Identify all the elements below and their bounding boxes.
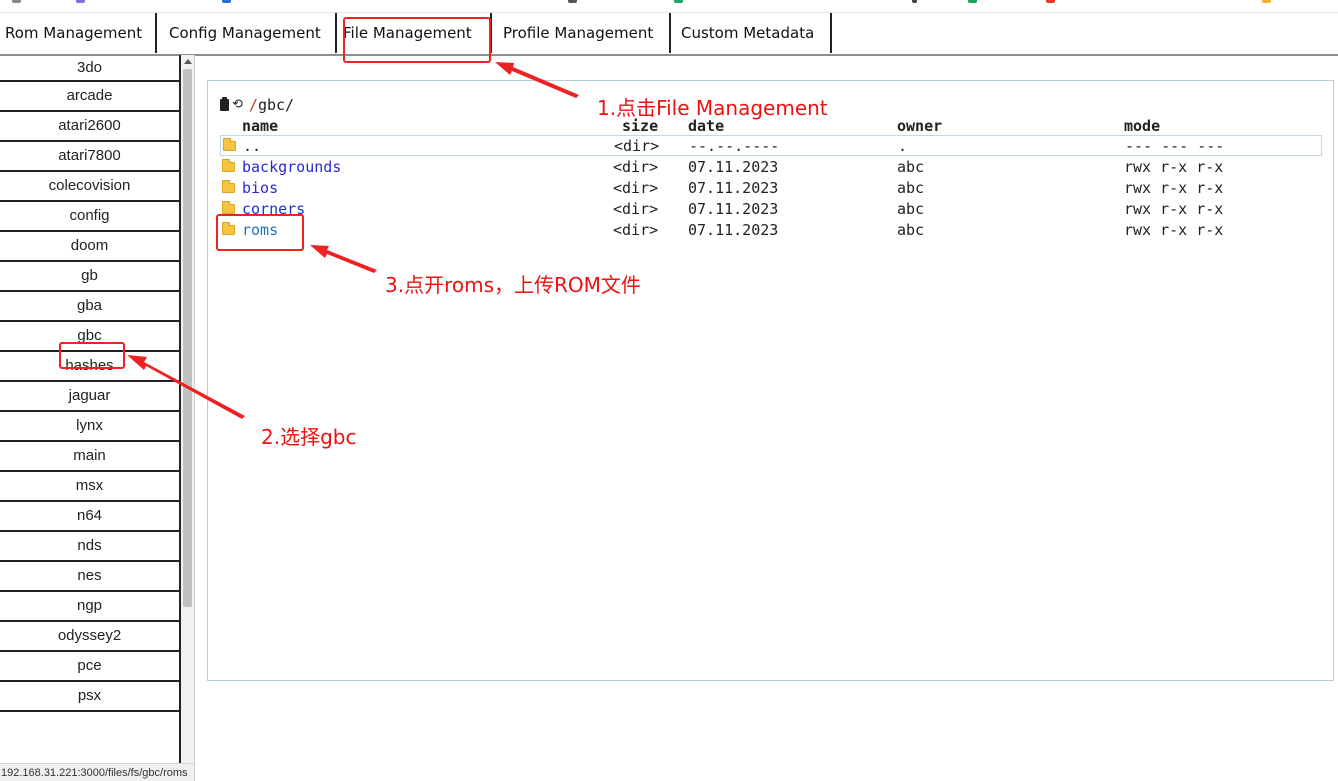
file-owner: abc (897, 200, 925, 218)
sidebar-item-odyssey2[interactable]: odyssey2 (0, 622, 179, 652)
file-name[interactable]: backgrounds (242, 157, 341, 178)
system-sidebar: 3do arcade atari2600 atari7800 colecovis… (0, 55, 181, 765)
annotation-step3: 3.点开roms，上传ROM文件 (385, 273, 641, 297)
file-mode: rwx r-x r-x (1124, 200, 1224, 218)
file-owner: abc (897, 158, 925, 176)
file-date: 07.11.2023 (688, 158, 779, 176)
sidebar-item-nds[interactable]: nds (0, 532, 179, 562)
file-owner: . (898, 137, 908, 155)
sidebar-item-doom[interactable]: doom (0, 232, 179, 262)
file-row-roms[interactable]: roms <dir> 07.11.2023 abc rwx r-x r-x (220, 220, 1322, 241)
file-mode: rwx r-x r-x (1124, 158, 1224, 176)
bookmark-icon[interactable] (12, 0, 21, 3)
file-date: 07.11.2023 (688, 179, 779, 197)
file-size: <dir> (613, 221, 659, 239)
path-bar: ⟲ / gbc / (220, 95, 294, 115)
bookmark-icon[interactable] (76, 0, 85, 3)
tab-custom-metadata[interactable]: Custom Metadata (671, 13, 832, 53)
column-header-name[interactable]: name (242, 117, 278, 135)
sidebar-item-nes[interactable]: nes (0, 562, 179, 592)
path-trailing-separator: / (285, 96, 295, 114)
folder-icon (223, 138, 236, 151)
bookmark-icon[interactable] (968, 0, 977, 3)
file-size: <dir> (613, 179, 659, 197)
folder-icon (222, 180, 235, 193)
bookmark-strip (0, 0, 1338, 13)
sidebar-item-atari7800[interactable]: atari7800 (0, 142, 179, 172)
file-mode: --- --- --- (1125, 137, 1225, 155)
file-row-bios[interactable]: bios <dir> 07.11.2023 abc rwx r-x r-x (220, 178, 1322, 199)
file-row-backgrounds[interactable]: backgrounds <dir> 07.11.2023 abc rwx r-x… (220, 157, 1322, 178)
file-size: <dir> (613, 200, 659, 218)
file-date: --.--.---- (689, 137, 780, 155)
column-header-mode[interactable]: mode (1124, 117, 1160, 135)
sidebar-item-gb[interactable]: gb (0, 262, 179, 292)
refresh-icon[interactable]: ⟲ (232, 95, 243, 115)
file-size: <dir> (614, 137, 660, 155)
file-mode: rwx r-x r-x (1124, 179, 1224, 197)
clipboard-icon[interactable] (220, 97, 229, 111)
sidebar-item-msx[interactable]: msx (0, 472, 179, 502)
column-header-owner[interactable]: owner (897, 117, 942, 135)
folder-icon (222, 159, 235, 172)
main-tabbar: Rom Management Config Management File Ma… (0, 13, 1338, 56)
sidebar-item-arcade[interactable]: arcade (0, 82, 179, 112)
folder-icon (222, 201, 235, 214)
path-root-separator[interactable]: / (249, 95, 258, 115)
file-owner: abc (897, 179, 925, 197)
file-browser-panel: ⟲ / gbc / name size date owner mode .. <… (207, 80, 1334, 681)
bookmark-icon[interactable] (1262, 0, 1271, 3)
bookmark-icon[interactable] (1046, 0, 1055, 3)
bookmark-icon[interactable] (568, 0, 577, 3)
sidebar-scrollbar[interactable] (181, 55, 195, 765)
file-date: 07.11.2023 (688, 200, 779, 218)
file-date: 07.11.2023 (688, 221, 779, 239)
tab-profile-management[interactable]: Profile Management (492, 13, 671, 53)
file-mode: rwx r-x r-x (1124, 221, 1224, 239)
sidebar-item-pce[interactable]: pce (0, 652, 179, 682)
sidebar-item-config[interactable]: config (0, 202, 179, 232)
annotation-step2: 2.选择gbc (261, 425, 357, 449)
sidebar-item-colecovision[interactable]: colecovision (0, 172, 179, 202)
sidebar-item-lynx[interactable]: lynx (0, 412, 179, 442)
file-row-parent[interactable]: .. <dir> --.--.---- . --- --- --- (220, 135, 1322, 156)
highlight-roms-folder (216, 214, 304, 251)
path-segment-gbc[interactable]: gbc (258, 95, 285, 115)
sidebar-item-psx[interactable]: psx (0, 682, 179, 712)
file-name[interactable]: bios (242, 178, 278, 199)
file-owner: abc (897, 221, 925, 239)
link-status-bar: 192.168.31.221:3000/files/fs/gbc/roms (0, 763, 195, 781)
bookmark-icon[interactable] (674, 0, 683, 3)
highlight-gbc-item (59, 342, 125, 369)
bookmark-icon[interactable] (222, 0, 231, 3)
scrollbar-thumb[interactable] (183, 69, 192, 607)
highlight-file-management-tab (343, 17, 491, 63)
scroll-up-arrow-icon[interactable] (184, 59, 192, 64)
tab-rom-management[interactable]: Rom Management (0, 13, 157, 53)
tab-config-management[interactable]: Config Management (157, 13, 337, 53)
sidebar-item-ngp[interactable]: ngp (0, 592, 179, 622)
sidebar-item-gba[interactable]: gba (0, 292, 179, 322)
sidebar-item-atari2600[interactable]: atari2600 (0, 112, 179, 142)
file-size: <dir> (613, 158, 659, 176)
sidebar-item-jaguar[interactable]: jaguar (0, 382, 179, 412)
file-name[interactable]: .. (243, 136, 261, 157)
sidebar-item-main[interactable]: main (0, 442, 179, 472)
annotation-step1: 1.点击File Management (597, 96, 828, 120)
sidebar-item-n64[interactable]: n64 (0, 502, 179, 532)
file-row-corners[interactable]: corners <dir> 07.11.2023 abc rwx r-x r-x (220, 199, 1322, 220)
sidebar-item-3do[interactable]: 3do (0, 55, 179, 82)
bookmark-icon[interactable] (912, 0, 917, 3)
